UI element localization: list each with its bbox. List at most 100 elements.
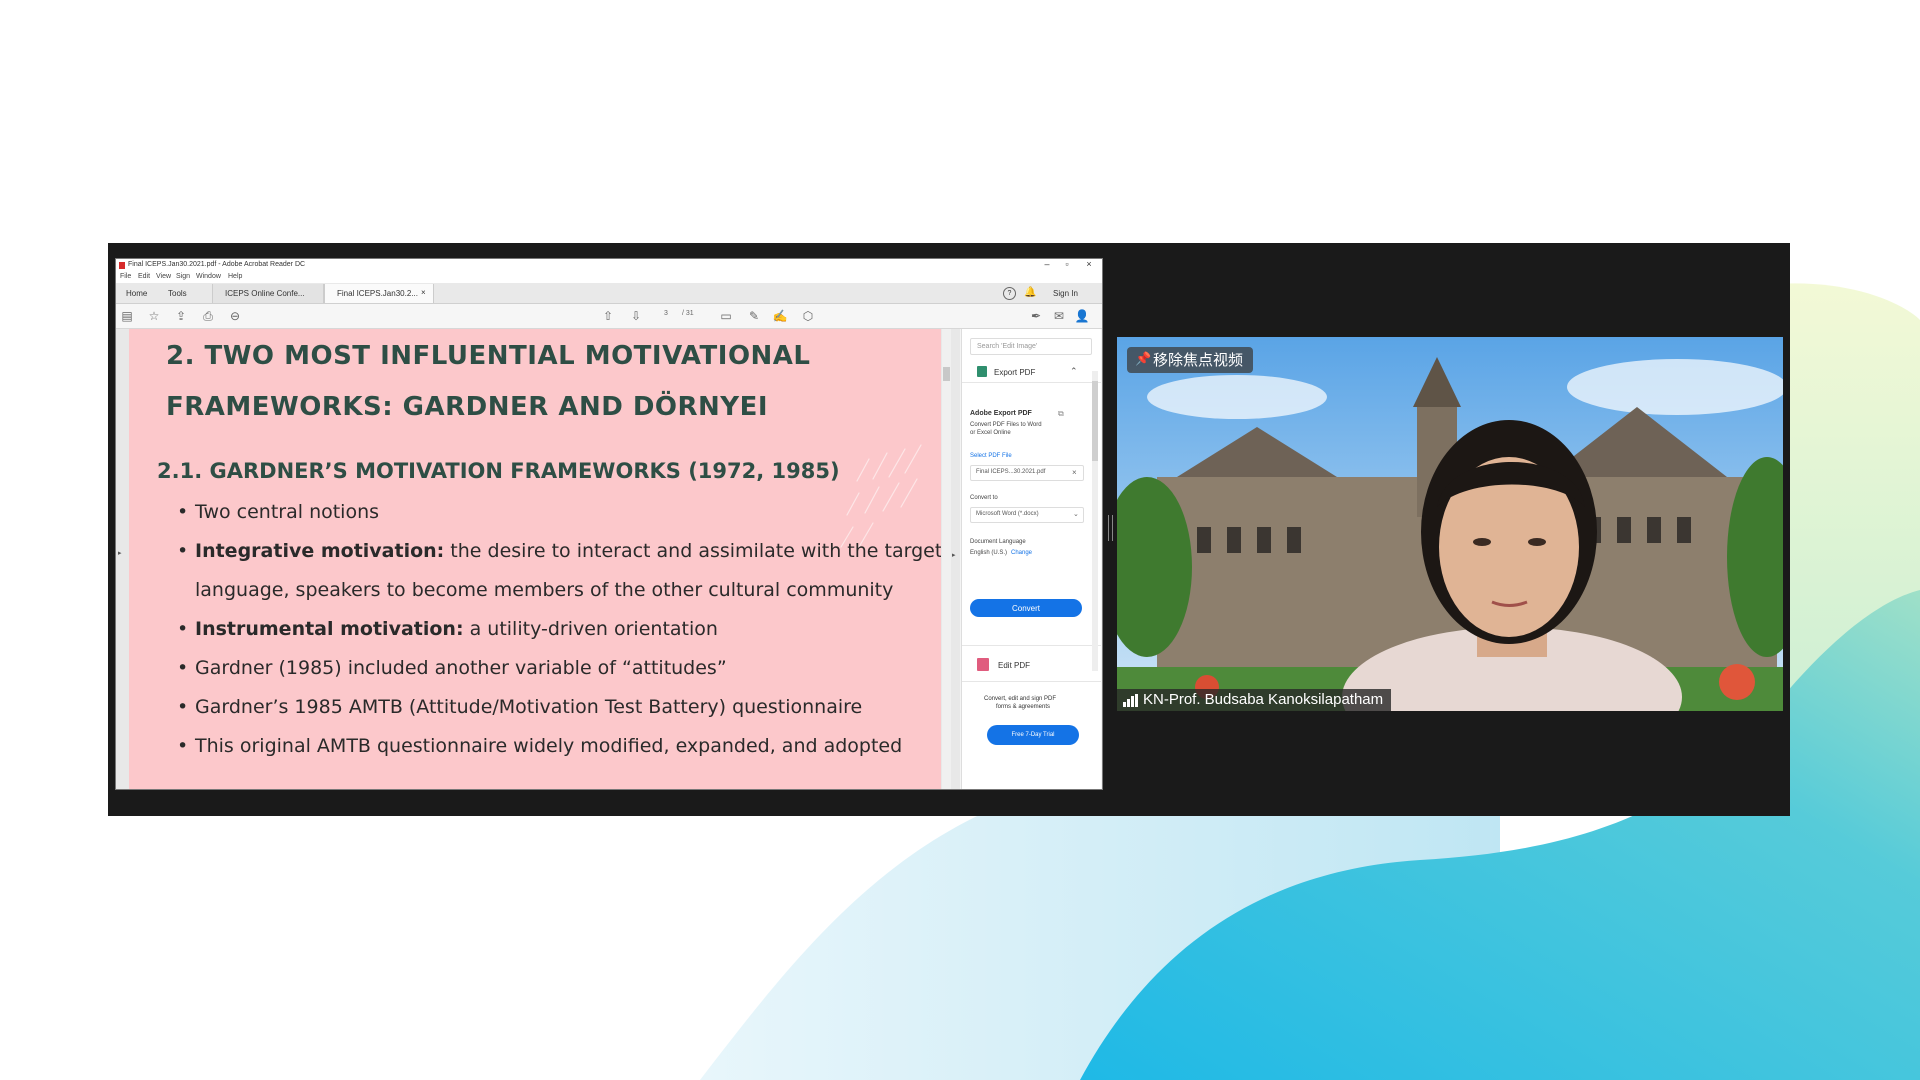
pen-icon[interactable]: ✎ xyxy=(746,308,762,324)
remove-file-icon[interactable]: × xyxy=(1072,468,1077,477)
document-language-label: Document Language xyxy=(970,539,1026,545)
participant-video[interactable]: 📌 移除焦点视频 KN-Prof. Budsaba Kanoksilapatha… xyxy=(1117,337,1783,711)
bullet-bold: Integrative motivation: xyxy=(195,540,445,562)
copy-icon[interactable]: ⧉ xyxy=(1058,409,1064,419)
bullet-dot: • xyxy=(177,501,189,523)
adobe-export-title: Adobe Export PDF xyxy=(970,410,1032,417)
fill-sign-icon[interactable]: ✒ xyxy=(1028,308,1044,324)
bullet-dot: • xyxy=(177,696,189,718)
menu-file[interactable]: File xyxy=(120,273,131,280)
adobe-export-desc: or Excel Online xyxy=(970,430,1011,436)
convert-to-label: Convert to xyxy=(970,495,998,501)
bullet-text: language, speakers to become members of … xyxy=(195,579,894,601)
bullet-text: This original AMTB questionnaire widely … xyxy=(195,735,903,757)
scrollbar-thumb[interactable] xyxy=(943,367,950,381)
doc-tab-final-iceps[interactable]: Final ICEPS.Jan30.2... × xyxy=(324,284,434,303)
search-placeholder: Search 'Edit Image' xyxy=(977,343,1038,350)
menu-sign[interactable]: Sign xyxy=(176,273,190,280)
bullet-text: Gardner (1985) included another variable… xyxy=(195,657,727,679)
mail-icon[interactable]: ✉ xyxy=(1051,308,1067,324)
comment-icon[interactable]: ▭ xyxy=(718,308,734,324)
chevron-up-icon[interactable]: ⌃ xyxy=(1070,366,1078,377)
upload-icon[interactable]: ⇪ xyxy=(173,308,189,324)
bullet-text: Two central notions xyxy=(195,501,380,523)
save-icon[interactable]: ▤ xyxy=(119,308,135,324)
menu-help[interactable]: Help xyxy=(228,273,242,280)
change-language-link[interactable]: Change xyxy=(1011,550,1032,556)
selected-file-name: Final ICEPS...30.2021.pdf xyxy=(976,469,1046,475)
zoom-out-icon[interactable]: ⊖ xyxy=(227,308,243,324)
pdf-slide: 2. TWO MOST INFLUENTIAL MOTIVATIONAL FRA… xyxy=(129,329,941,789)
bullet-text: the desire to interact and assimilate wi… xyxy=(444,540,941,562)
bullet-dot: • xyxy=(177,657,189,679)
tab-tools[interactable]: Tools xyxy=(168,289,187,298)
promo-text: forms & agreements xyxy=(996,704,1051,710)
export-pdf-header[interactable]: Export PDF ⌃ xyxy=(962,362,1101,383)
unpin-video-label: 移除焦点视频 xyxy=(1153,351,1244,369)
minimize-icon[interactable]: – xyxy=(1040,259,1054,269)
convert-button[interactable]: Convert xyxy=(970,599,1082,617)
document-scrollbar[interactable] xyxy=(942,329,951,789)
star-icon[interactable]: ☆ xyxy=(146,308,162,324)
bullet-dot: • xyxy=(177,618,189,640)
edit-pdf-icon xyxy=(977,658,989,671)
acrobat-window: Final ICEPS.Jan30.2021.pdf - Adobe Acrob… xyxy=(115,258,1103,790)
convert-to-value: Microsoft Word (*.docx) xyxy=(976,511,1039,517)
panel-scrollbar[interactable] xyxy=(1092,371,1098,671)
page-number-field[interactable]: 3 xyxy=(664,310,668,317)
close-icon[interactable]: × xyxy=(1082,259,1096,269)
scrollbar-thumb[interactable] xyxy=(1092,381,1098,461)
restore-icon[interactable]: ▫ xyxy=(1060,259,1074,269)
page-down-icon[interactable]: ⇩ xyxy=(628,308,644,324)
promo-text: Convert, edit and sign PDF xyxy=(984,696,1057,702)
document-area: ▸ 2. TWO MOST INFLUENTIAL MOTIVATIONAL F… xyxy=(116,329,960,789)
toolbar: ▤ ☆ ⇪ ⎙ ⊖ ⇧ ⇩ 3 / 31 ▭ ✎ ✍ ⬡ ✒ ✉ 👤 xyxy=(116,304,1102,329)
bullet-bold: Instrumental motivation: xyxy=(195,618,464,640)
layout-splitter-handle[interactable] xyxy=(1108,515,1113,541)
divider xyxy=(962,645,1101,646)
sign-in-link[interactable]: Sign In xyxy=(1053,289,1078,298)
menu-bar: File Edit View Sign Window Help xyxy=(116,272,1102,283)
menu-view[interactable]: View xyxy=(156,273,171,280)
tag-icon[interactable]: ⬡ xyxy=(800,308,816,324)
document-language-value: English (U.S.) xyxy=(970,550,1008,556)
participant-name: KN-Prof. Budsaba Kanoksilapatham xyxy=(1143,691,1384,708)
page-total: / 31 xyxy=(682,310,694,317)
bell-icon[interactable]: 🔔 xyxy=(1024,287,1036,298)
menu-edit[interactable]: Edit xyxy=(138,273,150,280)
edit-pdf-tool[interactable]: Edit PDF xyxy=(962,655,1101,675)
help-icon[interactable]: ? xyxy=(1003,287,1016,300)
selected-file-field[interactable]: Final ICEPS...30.2021.pdf × xyxy=(970,465,1084,481)
unpin-video-button[interactable]: 📌 移除焦点视频 xyxy=(1127,347,1254,373)
chevron-down-icon: ⌄ xyxy=(1073,511,1079,518)
share-user-icon[interactable]: 👤 xyxy=(1074,308,1090,324)
left-panel-toggle-icon[interactable]: ▸ xyxy=(118,549,122,557)
select-pdf-label[interactable]: Select PDF File xyxy=(970,453,1012,459)
free-trial-button[interactable]: Free 7-Day Trial xyxy=(987,725,1079,745)
adobe-export-desc: Convert PDF Files to Word xyxy=(970,422,1042,428)
slide-heading-line2: FRAMEWORKS: GARDNER AND DÖRNYEI xyxy=(166,392,769,422)
doc-tab-iceps-online[interactable]: ICEPS Online Confe... xyxy=(212,284,324,303)
print-icon[interactable]: ⎙ xyxy=(200,308,216,324)
video-frame-image xyxy=(1117,337,1783,711)
right-panel-toggle-icon[interactable]: ▸ xyxy=(952,551,956,559)
close-tab-icon[interactable]: × xyxy=(421,288,426,297)
doc-tab-label: ICEPS Online Confe... xyxy=(225,289,305,298)
pin-icon: 📌 xyxy=(1135,352,1152,367)
title-bar: Final ICEPS.Jan30.2021.pdf - Adobe Acrob… xyxy=(116,259,1102,272)
tab-bar: Home Tools ICEPS Online Confe... Final I… xyxy=(116,283,1102,304)
participant-name-tag: KN-Prof. Budsaba Kanoksilapatham xyxy=(1117,689,1392,711)
window-title: Final ICEPS.Jan30.2021.pdf - Adobe Acrob… xyxy=(128,261,306,268)
sign-icon[interactable]: ✍ xyxy=(772,308,788,324)
pdf-app-icon xyxy=(119,262,125,269)
doc-tab-label: Final ICEPS.Jan30.2... xyxy=(337,289,418,298)
menu-window[interactable]: Window xyxy=(196,273,221,280)
export-pdf-label: Export PDF xyxy=(994,368,1036,377)
tools-search-input[interactable]: Search 'Edit Image' xyxy=(970,338,1092,355)
slide-heading-line1: 2. TWO MOST INFLUENTIAL MOTIVATIONAL xyxy=(166,341,811,371)
convert-to-select[interactable]: Microsoft Word (*.docx) ⌄ xyxy=(970,507,1084,523)
bullet-text: Gardner’s 1985 AMTB (Attitude/Motivation… xyxy=(195,696,863,718)
connection-signal-icon xyxy=(1123,694,1139,707)
page-up-icon[interactable]: ⇧ xyxy=(600,308,616,324)
tab-home[interactable]: Home xyxy=(126,289,147,298)
